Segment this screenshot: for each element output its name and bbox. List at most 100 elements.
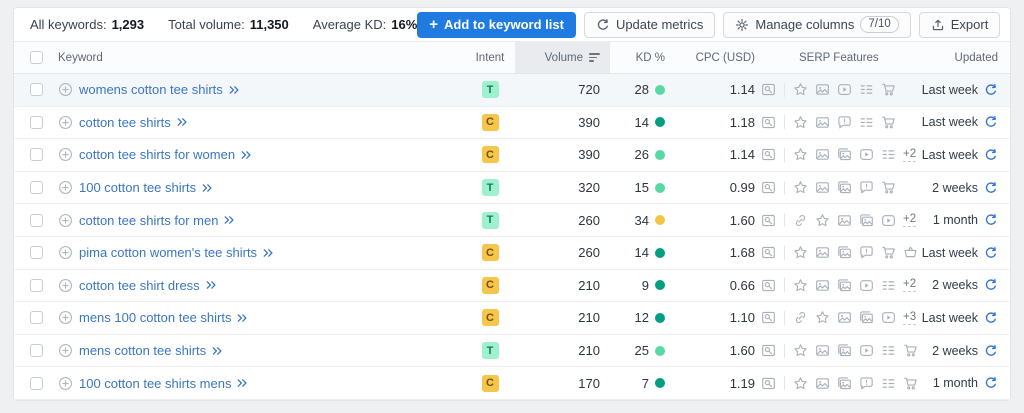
row-checkbox[interactable] <box>30 148 43 162</box>
row-refresh-icon[interactable] <box>984 181 998 195</box>
open-keyword-chevrons-icon[interactable] <box>262 247 274 259</box>
serp-preview-icon[interactable] <box>761 278 776 293</box>
add-keyword-icon[interactable] <box>58 245 73 260</box>
serp-features-cell <box>755 335 917 367</box>
row-checkbox[interactable] <box>30 181 43 195</box>
updated-value: 2 weeks <box>932 343 978 358</box>
serp-image-icon <box>837 310 852 325</box>
manage-columns-button[interactable]: Manage columns 7/10 <box>723 11 911 38</box>
open-keyword-chevrons-icon[interactable] <box>236 377 248 389</box>
add-keyword-icon[interactable] <box>58 82 73 97</box>
open-keyword-chevrons-icon[interactable] <box>223 214 235 226</box>
open-keyword-chevrons-icon[interactable] <box>240 149 252 161</box>
open-keyword-chevrons-icon[interactable] <box>236 312 248 324</box>
serp-video-icon <box>859 147 874 162</box>
keyword-link[interactable]: cotton tee shirts for women <box>79 147 235 162</box>
keyword-link[interactable]: womens cotton tee shirts <box>79 82 223 97</box>
keyword-link[interactable]: cotton tee shirt dress <box>79 278 200 293</box>
keyword-link[interactable]: cotton tee shirts for men <box>79 213 218 228</box>
export-icon <box>931 18 945 32</box>
row-checkbox-cell <box>14 74 58 106</box>
row-checkbox[interactable] <box>30 213 43 227</box>
row-checkbox[interactable] <box>30 376 43 390</box>
updated-cell: Last week <box>910 302 1010 334</box>
cpc-cell: 1.60 <box>665 204 755 236</box>
serp-preview-icon[interactable] <box>761 376 776 391</box>
row-refresh-icon[interactable] <box>984 376 998 390</box>
serp-preview-icon[interactable] <box>761 310 776 325</box>
toolbar: All keywords: 1,293 Total volume: 11,350… <box>14 8 1010 41</box>
add-keyword-icon[interactable] <box>58 115 73 130</box>
serp-icons <box>761 245 918 260</box>
row-refresh-icon[interactable] <box>984 115 998 129</box>
serp-preview-icon[interactable] <box>761 343 776 358</box>
row-refresh-icon[interactable] <box>984 148 998 162</box>
add-keyword-icon[interactable] <box>58 343 73 358</box>
open-keyword-chevrons-icon[interactable] <box>201 182 213 194</box>
volume-value: 210 <box>578 343 600 359</box>
keyword-link[interactable]: cotton tee shirts <box>79 115 171 130</box>
header-label: Keyword <box>58 51 103 64</box>
serp-divider <box>784 278 785 293</box>
serp-preview-icon[interactable] <box>761 82 776 97</box>
add-to-keyword-list-button[interactable]: + Add to keyword list <box>417 11 576 38</box>
table-row: pima cotton women's tee shirts C 260 14 1.68… <box>14 236 1010 270</box>
row-refresh-icon[interactable] <box>984 344 998 358</box>
add-keyword-icon[interactable] <box>58 310 73 325</box>
updated-value: 1 month <box>932 376 978 391</box>
row-checkbox[interactable] <box>30 344 43 358</box>
keyword-link[interactable]: mens cotton tee shirts <box>79 343 206 358</box>
serp-icons: +2 <box>761 278 917 293</box>
header-updated[interactable]: Updated <box>910 42 1010 73</box>
add-keyword-icon[interactable] <box>58 180 73 195</box>
row-checkbox[interactable] <box>30 115 43 129</box>
add-keyword-icon[interactable] <box>58 213 73 228</box>
columns-count-badge: 7/10 <box>860 16 899 33</box>
serp-image-icon <box>815 245 830 260</box>
keyword-link[interactable]: pima cotton women's tee shirts <box>79 245 257 260</box>
add-keyword-icon[interactable] <box>58 376 73 391</box>
keyword-link[interactable]: 100 cotton tee shirts mens <box>79 376 231 391</box>
header-kd[interactable]: KD % <box>610 42 665 73</box>
row-refresh-icon[interactable] <box>984 246 998 260</box>
open-keyword-chevrons-icon[interactable] <box>176 116 188 128</box>
add-keyword-icon[interactable] <box>58 278 73 293</box>
header-volume[interactable]: Volume <box>515 42 610 73</box>
serp-preview-icon[interactable] <box>761 115 776 130</box>
serp-preview-icon[interactable] <box>761 245 776 260</box>
row-checkbox[interactable] <box>30 246 43 260</box>
keyword-cell: cotton tee shirt dress <box>58 270 465 302</box>
row-checkbox[interactable] <box>30 83 43 97</box>
row-checkbox[interactable] <box>30 311 43 325</box>
cpc-cell: 1.68 <box>665 237 755 269</box>
header-checkbox-cell <box>14 42 58 73</box>
row-refresh-icon[interactable] <box>984 311 998 325</box>
serp-preview-icon[interactable] <box>761 213 776 228</box>
updated-cell: 2 weeks <box>910 172 1010 204</box>
header-keyword: Keyword <box>58 42 465 73</box>
keyword-cell: pima cotton women's tee shirts <box>58 237 465 269</box>
serp-features-cell: +3 <box>755 302 917 334</box>
row-checkbox[interactable] <box>30 278 43 292</box>
kd-cell: 9 <box>610 270 665 302</box>
row-refresh-icon[interactable] <box>984 83 998 97</box>
update-metrics-button[interactable]: Update metrics <box>583 11 716 38</box>
keyword-link[interactable]: mens 100 cotton tee shirts <box>79 310 231 325</box>
intent-badge: C <box>481 244 499 262</box>
open-keyword-chevrons-icon[interactable] <box>211 345 223 357</box>
row-refresh-icon[interactable] <box>984 213 998 227</box>
header-label: Updated <box>954 51 998 64</box>
open-keyword-chevrons-icon[interactable] <box>228 84 240 96</box>
open-keyword-chevrons-icon[interactable] <box>205 279 217 291</box>
row-refresh-icon[interactable] <box>984 278 998 292</box>
serp-sitelinks-icon <box>881 278 896 293</box>
serp-preview-icon[interactable] <box>761 180 776 195</box>
volume-cell: 320 <box>515 172 610 204</box>
header-cpc[interactable]: CPC (USD) <box>665 42 755 73</box>
export-button[interactable]: Export <box>918 11 1001 38</box>
select-all-checkbox[interactable] <box>30 51 43 64</box>
serp-preview-icon[interactable] <box>761 147 776 162</box>
add-keyword-icon[interactable] <box>58 147 73 162</box>
button-label: Update metrics <box>615 17 704 32</box>
keyword-link[interactable]: 100 cotton tee shirts <box>79 180 196 195</box>
